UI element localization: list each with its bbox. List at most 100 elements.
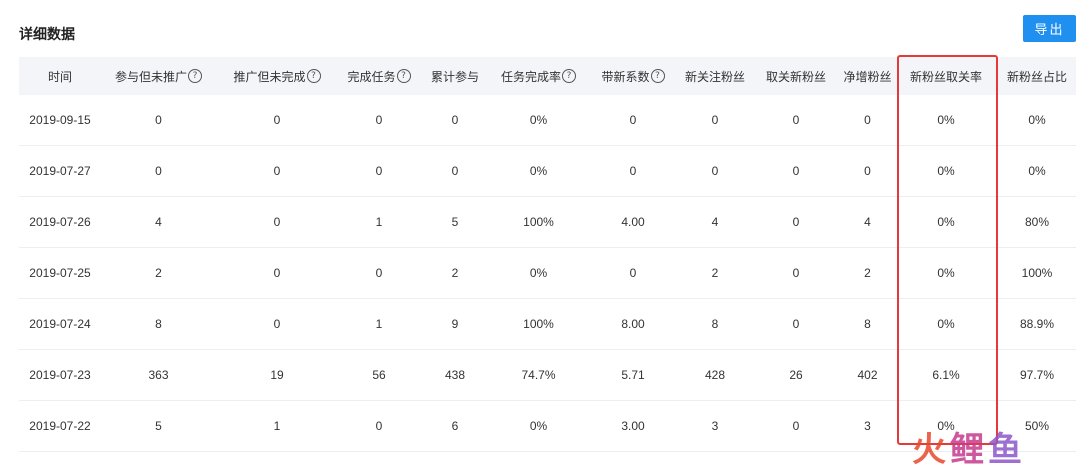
detail-data-table: 时间 参与但未推广? 推广但未完成? 完成任务? 累计参与 任务完成率? 带新系数? 新关注粉… [19,57,1076,452]
date-cell: 2019-07-26 [19,196,101,248]
help-icon[interactable]: ? [306,69,321,83]
table-cell: 0 [338,247,420,299]
table-body: 2019-09-15 0 0 0 0 0% 0 0 0 0 0% 0% 2019-07-27 0 0 0 0 0%… [19,95,1076,452]
detail-data-page: 详细数据 导出 时间 参与但未推广? 推广但未完成? 完成任务? 累计参与 任务完成率? 带… [0,0,1080,474]
table-cell: 100% [490,196,587,248]
column-header: 取关新粉丝 [751,57,841,95]
column-header: 带新系数? [587,57,679,95]
export-button[interactable]: 导出 [1023,15,1076,42]
page-title: 详细数据 [19,27,75,43]
table-cell: 0% [490,145,587,197]
table-cell: 0 [751,196,841,248]
table-cell: 0 [587,247,679,299]
table-cell: 0% [894,95,998,146]
table-cell: 8.00 [587,298,679,350]
table-cell: 0 [679,145,751,197]
table-cell: 4 [841,196,894,248]
help-icon[interactable]: ? [188,69,202,83]
table-cell: 50% [998,400,1076,452]
table-cell: 0% [894,400,998,452]
date-cell: 2019-09-15 [19,95,101,146]
table-cell: 0% [998,95,1076,146]
table-cell: 428 [679,349,751,401]
column-header: 参与但未推广? [101,57,216,95]
table-cell: 5 [101,400,216,452]
table-cell: 0% [894,298,998,350]
table-cell: 8 [101,298,216,350]
table-cell: 0 [101,95,216,146]
column-header-label: 推广但未完成 [233,69,306,84]
column-header: 新关注粉丝 [679,57,751,95]
table-cell: 2 [420,247,490,299]
table-cell: 402 [841,349,894,401]
column-header: 完成任务? [338,57,420,95]
table-cell: 1 [338,196,420,248]
help-icon[interactable]: ? [650,69,665,83]
column-header-label: 新粉丝取关率 [909,69,982,84]
table-cell: 0 [751,400,841,452]
column-header-label: 累计参与 [430,69,479,84]
table-cell: 5.71 [587,349,679,401]
column-header-label: 参与但未推广 [114,69,187,84]
table-cell: 100% [490,298,587,350]
table-cell: 97.7% [998,349,1076,401]
table-cell: 0% [894,196,998,248]
table-cell: 6 [420,400,490,452]
table-row: 2019-07-22 5 1 0 6 0% 3.00 3 0 3 0% 50% [19,400,1076,452]
column-header: 净增粉丝 [841,57,894,95]
table-cell: 0 [751,145,841,197]
table-cell: 5 [420,196,490,248]
column-header-label: 取关新粉丝 [765,69,826,84]
table-cell: 56 [338,349,420,401]
table-cell: 0 [216,196,338,248]
table-cell: 0% [490,400,587,452]
table-row: 2019-07-23 363 19 56 438 74.7% 5.71 428 26 402 6.1… [19,349,1076,401]
column-header-label: 新关注粉丝 [684,69,745,84]
table-cell: 0 [841,145,894,197]
table-row: 2019-09-15 0 0 0 0 0% 0 0 0 0 0% 0% [19,95,1076,146]
table-cell: 8 [679,298,751,350]
table-cell: 1 [338,298,420,350]
table-cell: 0 [216,247,338,299]
help-icon[interactable]: ? [562,69,576,83]
table-cell: 0 [101,145,216,197]
table-cell: 9 [420,298,490,350]
table-cell: 0 [216,95,338,146]
table-cell: 4 [679,196,751,248]
column-header-label: 时间 [47,69,72,84]
table-cell: 0 [679,95,751,146]
table-cell: 363 [101,349,216,401]
date-cell: 2019-07-24 [19,298,101,350]
table-cell: 19 [216,349,338,401]
table-cell: 3 [679,400,751,452]
table-cell: 6.1% [894,349,998,401]
column-header: 推广但未完成? [216,57,338,95]
column-header-label: 新粉丝占比 [1006,69,1067,84]
table-cell: 100% [998,247,1076,299]
table-cell: 0% [490,247,587,299]
table-cell: 0 [420,95,490,146]
table-cell: 0 [587,145,679,197]
table-cell: 0 [751,247,841,299]
date-cell: 2019-07-23 [19,349,101,401]
table-cell: 0 [841,95,894,146]
column-header-label: 完成任务 [347,69,396,84]
table-cell: 8 [841,298,894,350]
table-cell: 80% [998,196,1076,248]
column-header: 时间 [19,57,101,95]
table-cell: 88.9% [998,298,1076,350]
table-cell: 0% [490,95,587,146]
table-cell: 0 [338,95,420,146]
table-cell: 4.00 [587,196,679,248]
table-cell: 0% [894,145,998,197]
table-cell: 3 [841,400,894,452]
date-cell: 2019-07-27 [19,145,101,197]
table-cell: 0% [894,247,998,299]
column-header-label: 净增粉丝 [843,69,892,84]
table-cell: 0 [751,298,841,350]
help-icon[interactable]: ? [396,69,411,83]
table-cell: 74.7% [490,349,587,401]
table-cell: 1 [216,400,338,452]
table-cell: 0% [998,145,1076,197]
table-cell: 0 [751,95,841,146]
